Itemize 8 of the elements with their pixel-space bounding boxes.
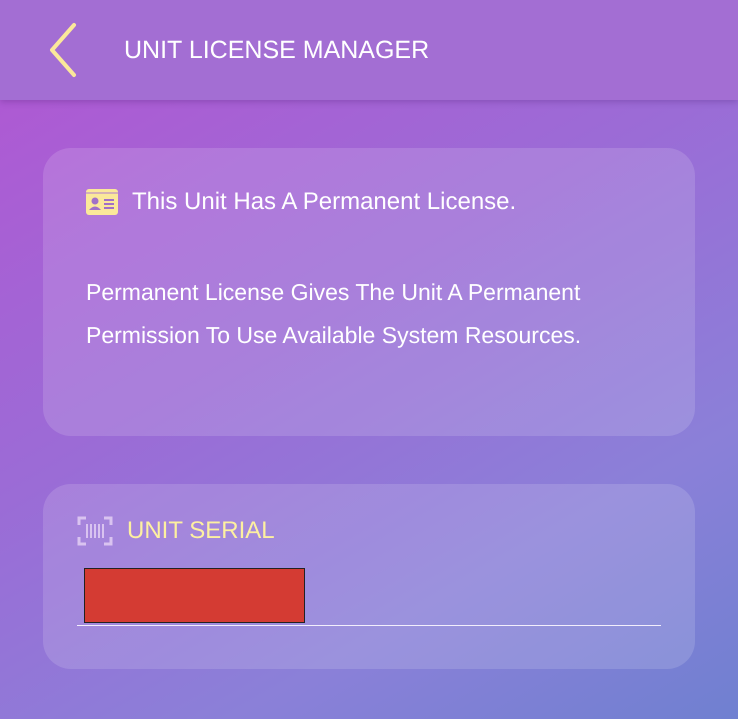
- id-card-icon: [86, 189, 118, 215]
- serial-label: UNIT SERIAL: [127, 517, 275, 545]
- barcode-icon: [77, 516, 113, 546]
- screen-title: UNIT LICENSE MANAGER: [124, 36, 430, 64]
- serial-field[interactable]: [77, 568, 661, 626]
- back-button[interactable]: [48, 22, 78, 78]
- license-status: This Unit Has A Permanent License.: [132, 188, 516, 216]
- license-description: Permanent License Gives The Unit A Permanent Permission To Use Available System Resources.: [86, 278, 582, 350]
